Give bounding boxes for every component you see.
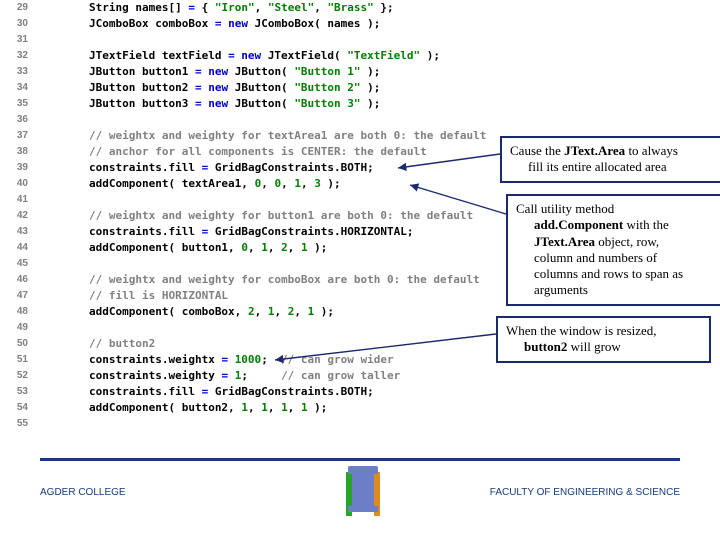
line-number: 39 [0, 160, 36, 176]
line-number: 53 [0, 384, 36, 400]
code-text: addComponent( textArea1, 0, 0, 1, 3 ); [36, 176, 341, 192]
line-number: 48 [0, 304, 36, 320]
code-line: 34 JButton button2 = new JButton( "Butto… [0, 80, 600, 96]
code-line: 54 addComponent( button2, 1, 1, 1, 1 ); [0, 400, 600, 416]
line-number: 46 [0, 272, 36, 288]
line-number: 44 [0, 240, 36, 256]
code-text: // weightx and weighty for button1 are b… [36, 208, 473, 224]
code-line: 31 [0, 32, 600, 48]
code-text: addComponent( button1, 0, 1, 2, 1 ); [36, 240, 327, 256]
line-number: 47 [0, 288, 36, 304]
code-text: JButton button2 = new JButton( "Button 2… [36, 80, 380, 96]
code-text: constraints.weighty = 1; // can grow tal… [36, 368, 400, 384]
code-text: // weightx and weighty for textArea1 are… [36, 128, 486, 144]
line-number: 30 [0, 16, 36, 32]
line-number: 40 [0, 176, 36, 192]
code-text: constraints.fill = GridBagConstraints.BO… [36, 160, 374, 176]
code-text: constraints.weightx = 1000; // can grow … [36, 352, 394, 368]
code-line: 53 constraints.fill = GridBagConstraints… [0, 384, 600, 400]
callout-fill-area: Cause the JText.Area to always fill its … [500, 136, 720, 183]
footer-right: FACULTY OF ENGINEERING & SCIENCE [490, 487, 680, 498]
line-number: 49 [0, 320, 36, 336]
code-text: JButton button1 = new JButton( "Button 1… [36, 64, 380, 80]
line-number: 45 [0, 256, 36, 272]
line-number: 41 [0, 192, 36, 208]
line-number: 33 [0, 64, 36, 80]
line-number: 52 [0, 368, 36, 384]
code-line: 33 JButton button1 = new JButton( "Butto… [0, 64, 600, 80]
line-number: 37 [0, 128, 36, 144]
line-number: 31 [0, 32, 36, 48]
code-line: 52 constraints.weighty = 1; // can grow … [0, 368, 600, 384]
code-text: JComboBox comboBox = new JComboBox( name… [36, 16, 380, 32]
code-line: 29 String names[] = { "Iron", "Steel", "… [0, 0, 600, 16]
line-number: 54 [0, 400, 36, 416]
code-text: // anchor for all components is CENTER: … [36, 144, 427, 160]
line-number: 32 [0, 48, 36, 64]
line-number: 29 [0, 0, 36, 16]
line-number: 35 [0, 96, 36, 112]
code-text: constraints.fill = GridBagConstraints.HO… [36, 224, 414, 240]
college-logo-icon [336, 466, 384, 522]
line-number: 55 [0, 416, 36, 432]
line-number: 42 [0, 208, 36, 224]
code-line: 55 [0, 416, 600, 432]
code-text: String names[] = { "Iron", "Steel", "Bra… [36, 0, 394, 16]
footer-left: AGDER COLLEGE [40, 487, 126, 498]
line-number: 43 [0, 224, 36, 240]
code-line: 35 JButton button3 = new JButton( "Butto… [0, 96, 600, 112]
callout-button2-grow: When the window is resized, button2 will… [496, 316, 711, 363]
code-text: // button2 [36, 336, 155, 352]
code-text: JTextField textField = new JTextField( "… [36, 48, 440, 64]
code-text: // fill is HORIZONTAL [36, 288, 228, 304]
code-text: constraints.fill = GridBagConstraints.BO… [36, 384, 374, 400]
line-number: 34 [0, 80, 36, 96]
line-number: 51 [0, 352, 36, 368]
code-text: addComponent( comboBox, 2, 1, 2, 1 ); [36, 304, 334, 320]
code-text: JButton button3 = new JButton( "Button 3… [36, 96, 380, 112]
code-line: 30 JComboBox comboBox = new JComboBox( n… [0, 16, 600, 32]
line-number: 38 [0, 144, 36, 160]
callout-add-component: Call utility method add.Component with t… [506, 194, 720, 306]
line-number: 36 [0, 112, 36, 128]
code-text: addComponent( button2, 1, 1, 1, 1 ); [36, 400, 327, 416]
code-line: 32 JTextField textField = new JTextField… [0, 48, 600, 64]
code-text: // weightx and weighty for comboBox are … [36, 272, 480, 288]
line-number: 50 [0, 336, 36, 352]
code-line: 36 [0, 112, 600, 128]
